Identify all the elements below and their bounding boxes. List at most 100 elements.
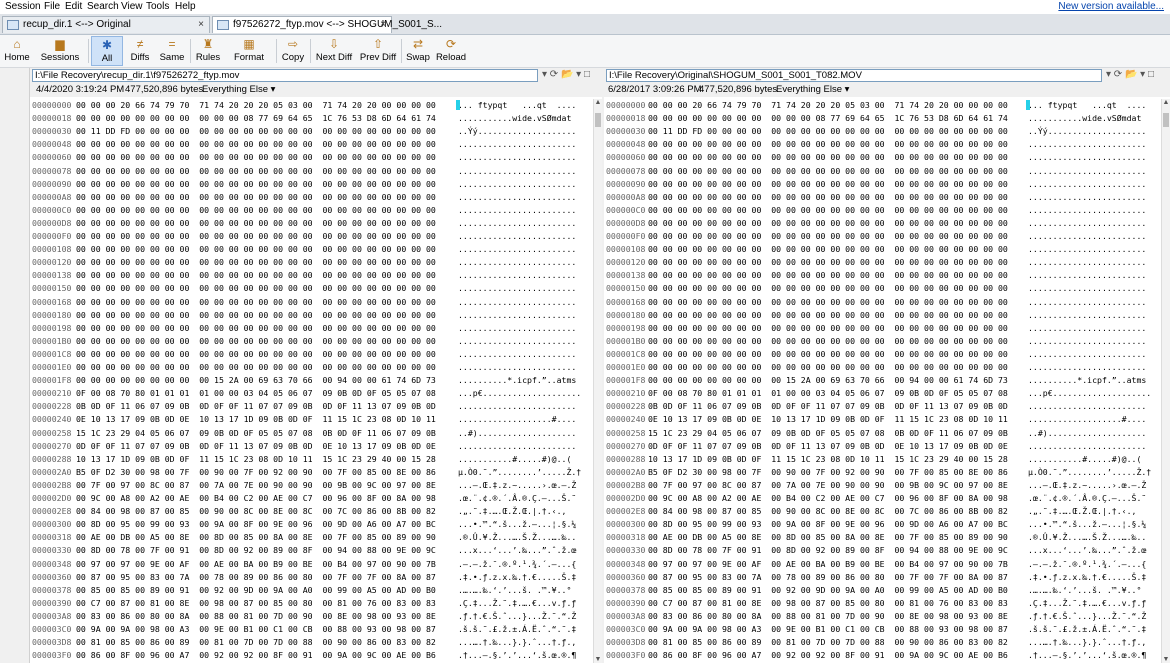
- row-ascii-text[interactable]: .š.š.˜.£.ž.±.Á.Ë.ˆ.“.˜.‡: [458, 623, 576, 635]
- row-ascii-text[interactable]: ........................: [458, 348, 576, 360]
- left-hex-view[interactable]: 00000000 00 00 00 20 66 74 79 70 71 74 20…: [30, 99, 602, 663]
- row-hex-bytes[interactable]: 00 AE 00 DB 00 A5 00 8E 00 8D 00 85 00 8…: [648, 531, 1008, 543]
- row-hex-bytes[interactable]: 00 00 00 00 00 00 00 00 00 00 00 00 00 0…: [648, 282, 1008, 294]
- row-hex-bytes[interactable]: 15 1C 23 29 04 05 06 07 09 0B 0D 0F 05 0…: [648, 427, 1008, 439]
- row-hex-bytes[interactable]: B5 0F D2 30 00 98 00 7F 00 90 00 7F 00 9…: [76, 466, 436, 478]
- row-ascii-text[interactable]: ........................: [458, 165, 576, 177]
- left-vertical-scrollbar[interactable]: ▲ ▼: [593, 99, 602, 663]
- row-ascii-text[interactable]: .—.—.ž.¯.®.º.¹.¾.´.—...{: [458, 558, 576, 570]
- row-hex-bytes[interactable]: 00 81 00 85 00 86 00 89 00 81 00 7D 00 7…: [76, 636, 436, 648]
- close-icon[interactable]: ×: [380, 17, 386, 33]
- scroll-thumb[interactable]: [595, 113, 601, 127]
- sessions-button[interactable]: ▆ Sessions: [34, 36, 86, 66]
- row-hex-bytes[interactable]: 00 00 00 00 00 00 00 00 00 00 00 00 00 0…: [76, 296, 436, 308]
- row-ascii-text[interactable]: ...….†.‰...}.}.ˆ...†.ƒ.‚: [1028, 636, 1146, 648]
- row-hex-bytes[interactable]: 00 00 00 00 00 00 00 00 00 00 00 00 00 0…: [648, 269, 1008, 281]
- row-ascii-text[interactable]: ... ftypqt ...qt ....: [1028, 99, 1146, 111]
- row-ascii-text[interactable]: ........................: [1028, 282, 1146, 294]
- copy-button[interactable]: ⇨ Copy: [279, 36, 307, 66]
- same-filter-button[interactable]: = Same: [157, 36, 187, 66]
- row-ascii-text[interactable]: .œ.¨.¢.®.´.Â.®.Ç.–...Š.˜: [1028, 492, 1146, 504]
- row-hex-bytes[interactable]: 0F 00 08 70 80 01 01 01 01 00 00 03 04 0…: [648, 387, 1008, 399]
- row-ascii-text[interactable]: .Ç.‡...Ž.˜.‡.….€...v.ƒ.ƒ: [458, 597, 576, 609]
- row-hex-bytes[interactable]: 00 00 00 00 00 00 00 00 00 00 00 00 00 0…: [648, 165, 1008, 177]
- row-ascii-text[interactable]: .….….‰.‘.’...š. .™.¥.­.°: [1028, 584, 1141, 596]
- row-hex-bytes[interactable]: 00 00 00 00 00 00 00 00 00 00 00 00 00 0…: [76, 151, 436, 163]
- row-ascii-text[interactable]: ........................: [1028, 256, 1146, 268]
- reload-button[interactable]: ⟳ Reload: [434, 36, 468, 66]
- row-hex-bytes[interactable]: 00 00 00 00 00 00 00 00 00 00 00 00 00 0…: [648, 309, 1008, 321]
- row-ascii-text[interactable]: ........................: [1028, 361, 1146, 373]
- row-hex-bytes[interactable]: 00 00 00 00 00 00 00 00 00 00 00 08 77 6…: [648, 112, 1008, 124]
- menu-search[interactable]: Search: [84, 0, 122, 14]
- row-ascii-text[interactable]: ... ftypqt ...qt ....: [458, 99, 576, 111]
- row-ascii-text[interactable]: ........................: [1028, 165, 1146, 177]
- row-ascii-text[interactable]: .….….‰.‘.’...š. .™.¥.­.°: [458, 584, 571, 596]
- row-hex-bytes[interactable]: 15 1C 23 29 04 05 06 07 09 0B 0D 0F 05 0…: [76, 427, 436, 439]
- row-hex-bytes[interactable]: 00 00 00 00 00 00 00 00 00 15 2A 00 69 6…: [648, 374, 1008, 386]
- row-ascii-text[interactable]: ..Ýý....................: [458, 125, 576, 137]
- row-hex-bytes[interactable]: 00 00 00 00 00 00 00 00 00 00 00 00 00 0…: [76, 361, 436, 373]
- row-ascii-text[interactable]: ...x...‘...’.‰...”.ˆ.ž.œ: [458, 544, 576, 556]
- row-ascii-text[interactable]: .—.—.ž.¯.®.º.¹.¾.´.—...{: [1028, 558, 1146, 570]
- format-button[interactable]: ▦ Format: [226, 36, 272, 66]
- row-hex-bytes[interactable]: 00 00 00 00 00 00 00 00 00 00 00 00 00 0…: [648, 361, 1008, 373]
- row-hex-bytes[interactable]: 00 00 00 00 00 00 00 00 00 00 00 00 00 0…: [76, 282, 436, 294]
- row-ascii-text[interactable]: ...................#....: [458, 413, 576, 425]
- row-ascii-text[interactable]: ...................#....: [1028, 413, 1146, 425]
- row-ascii-text[interactable]: ..#)....................: [458, 427, 576, 439]
- row-ascii-text[interactable]: ...x...‘...’.‰...”.ˆ.ž.œ: [1028, 544, 1146, 556]
- row-ascii-text[interactable]: ........................: [1028, 440, 1146, 452]
- row-hex-bytes[interactable]: 00 00 00 00 00 00 00 00 00 15 2A 00 69 6…: [76, 374, 436, 386]
- row-hex-bytes[interactable]: 00 00 00 20 66 74 79 70 71 74 20 20 20 0…: [648, 99, 1008, 111]
- row-hex-bytes[interactable]: 0E 10 13 17 09 0B 0D 0E 10 13 17 1D 09 0…: [76, 413, 436, 425]
- row-ascii-text[interactable]: ..Ýý....................: [1028, 125, 1146, 137]
- row-ascii-text[interactable]: .„.˜.‡.….Œ.Ž.Œ.|.†.‹.‚: [458, 505, 566, 517]
- row-hex-bytes[interactable]: 00 00 00 00 00 00 00 00 00 00 00 00 00 0…: [76, 322, 436, 334]
- home-button[interactable]: ⌂ Home: [2, 36, 32, 66]
- row-ascii-text[interactable]: ........................: [1028, 217, 1146, 229]
- row-hex-bytes[interactable]: 0E 10 13 17 09 0B 0D 0E 10 13 17 1D 09 0…: [648, 413, 1008, 425]
- row-ascii-text[interactable]: ........................: [1028, 400, 1146, 412]
- row-hex-bytes[interactable]: 00 86 00 8F 00 96 00 A7 00 92 00 92 00 8…: [648, 649, 1008, 661]
- row-hex-bytes[interactable]: 00 00 00 00 00 00 00 00 00 00 00 00 00 0…: [76, 348, 436, 360]
- tab-recup-dir[interactable]: recup_dir.1 <--> Original ×: [2, 16, 210, 33]
- row-hex-bytes[interactable]: 0F 00 08 70 80 01 01 01 01 00 00 03 04 0…: [76, 387, 436, 399]
- row-ascii-text[interactable]: ........................: [458, 138, 576, 150]
- row-hex-bytes[interactable]: 00 00 00 00 00 00 00 00 00 00 00 00 00 0…: [76, 256, 436, 268]
- row-ascii-text[interactable]: .ƒ.†.€.Š.ˆ...}...Ž.˜.“.Ž: [458, 610, 576, 622]
- scroll-up-icon[interactable]: ▲: [1162, 99, 1170, 106]
- row-ascii-text[interactable]: .„.˜.‡.….Œ.Ž.Œ.|.†.‹.‚: [1028, 505, 1136, 517]
- row-ascii-text[interactable]: ........................: [1028, 269, 1146, 281]
- new-version-link[interactable]: New version available...: [1058, 0, 1164, 13]
- row-hex-bytes[interactable]: 00 81 00 85 00 86 00 89 00 81 00 7D 00 7…: [648, 636, 1008, 648]
- menu-file[interactable]: File: [41, 0, 63, 14]
- row-ascii-text[interactable]: ........................: [458, 282, 576, 294]
- row-ascii-text[interactable]: ........................: [458, 217, 576, 229]
- row-ascii-text[interactable]: .®.Û.¥.Ž...….Š.Ž...….‰..: [1028, 531, 1146, 543]
- row-hex-bytes[interactable]: 00 00 00 00 00 00 00 00 00 00 00 00 00 0…: [76, 230, 436, 242]
- row-hex-bytes[interactable]: 00 86 00 8F 00 96 00 A7 00 92 00 92 00 8…: [76, 649, 436, 661]
- row-hex-bytes[interactable]: 00 00 00 00 00 00 00 00 00 00 00 00 00 0…: [648, 138, 1008, 150]
- row-ascii-text[interactable]: .†...–.§.’.’...‘.š.œ.®.¶: [458, 649, 576, 661]
- row-ascii-text[interactable]: ........................: [458, 322, 576, 334]
- row-hex-bytes[interactable]: 00 C7 00 87 00 81 00 8E 00 98 00 87 00 8…: [76, 597, 436, 609]
- row-ascii-text[interactable]: ........................: [458, 361, 576, 373]
- row-hex-bytes[interactable]: 00 9C 00 A8 00 A2 00 AE 00 B4 00 C2 00 A…: [76, 492, 436, 504]
- row-hex-bytes[interactable]: 00 C7 00 87 00 81 00 8E 00 98 00 87 00 8…: [648, 597, 1008, 609]
- row-ascii-text[interactable]: ........................: [1028, 204, 1146, 216]
- row-hex-bytes[interactable]: 00 8D 00 78 00 7F 00 91 00 8D 00 92 00 8…: [76, 544, 436, 556]
- left-format-dropdown[interactable]: Everything Else ▾: [202, 83, 275, 97]
- row-hex-bytes[interactable]: 00 00 00 00 00 00 00 00 00 00 00 00 00 0…: [648, 230, 1008, 242]
- row-hex-bytes[interactable]: 00 97 00 97 00 9E 00 AF 00 AE 00 BA 00 B…: [76, 558, 436, 570]
- left-path-buttons[interactable]: ▾ ⟳ 📂 ▾ □: [542, 69, 590, 82]
- row-hex-bytes[interactable]: 00 87 00 95 00 83 00 7A 00 78 00 89 00 8…: [648, 571, 1008, 583]
- row-hex-bytes[interactable]: 00 00 00 00 00 00 00 00 00 00 00 00 00 0…: [648, 335, 1008, 347]
- row-ascii-text[interactable]: ...........#.....#)@..(: [1028, 453, 1141, 465]
- row-hex-bytes[interactable]: 00 11 DD FD 00 00 00 00 00 00 00 00 00 0…: [648, 125, 1008, 137]
- right-path-input[interactable]: I:\File Recovery\Original\SHOGUM_S001_S0…: [606, 69, 1102, 82]
- row-hex-bytes[interactable]: 00 00 00 00 00 00 00 00 00 00 00 00 00 0…: [648, 296, 1008, 308]
- row-hex-bytes[interactable]: 00 00 00 00 00 00 00 00 00 00 00 00 00 0…: [76, 204, 436, 216]
- row-hex-bytes[interactable]: 00 84 00 98 00 87 00 85 00 90 00 8C 00 8…: [76, 505, 436, 517]
- row-ascii-text[interactable]: .œ.¨.¢.®.´.Â.®.Ç.–...Š.˜: [458, 492, 576, 504]
